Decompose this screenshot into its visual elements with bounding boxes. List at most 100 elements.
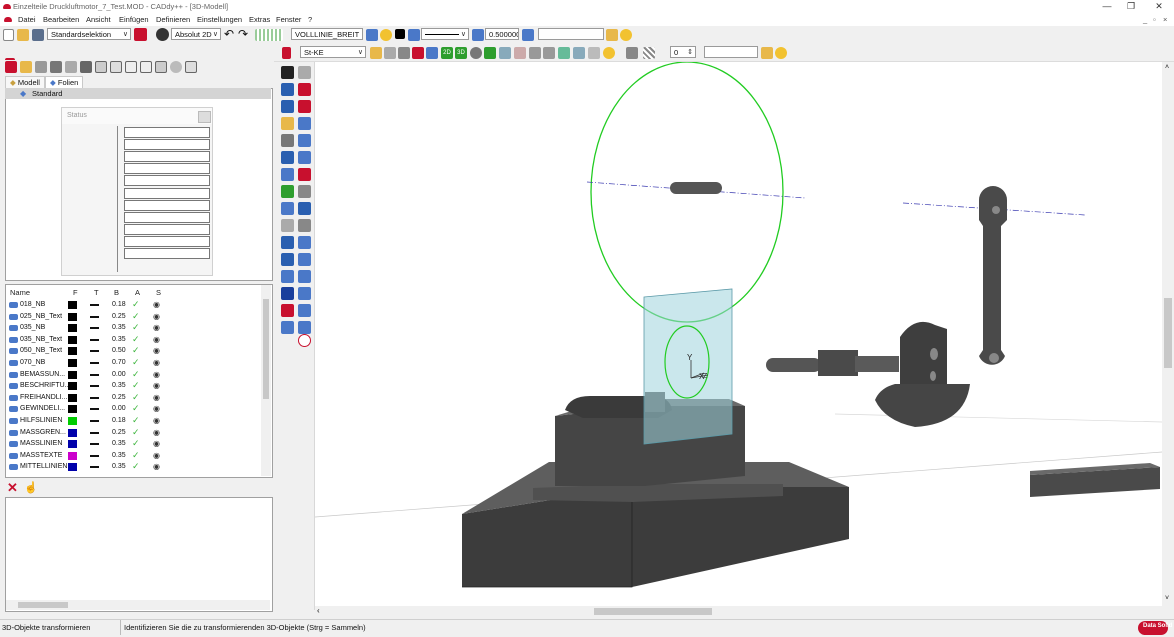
layer-active-check-icon[interactable]: ✓	[132, 392, 140, 404]
layer-active-check-icon[interactable]: ✓	[132, 322, 140, 334]
scene-icon[interactable]	[484, 47, 496, 59]
layer-visible-eye-icon[interactable]: ◉	[153, 461, 160, 473]
layer-icon[interactable]	[366, 29, 378, 41]
toolbox-tool-icon[interactable]	[298, 304, 311, 317]
view-2d-icon[interactable]: 2D	[441, 47, 453, 59]
view-icon-3[interactable]	[398, 47, 410, 59]
scroll-left-arrow-icon[interactable]: ‹	[317, 606, 320, 615]
menu-definieren[interactable]: Definieren	[156, 15, 190, 24]
view-icon-2[interactable]	[384, 47, 396, 59]
select-filter-icon[interactable]	[134, 28, 147, 41]
menu-extras[interactable]: Extras	[249, 15, 270, 24]
layer-color-swatch[interactable]	[68, 428, 77, 437]
line-type-select[interactable]: VOLLLINIE_BREIT	[291, 28, 363, 40]
panel-tool-icon-3[interactable]	[35, 61, 47, 73]
grid-pattern-icon[interactable]	[255, 29, 283, 41]
menu-datei[interactable]: Datei	[18, 15, 36, 24]
layer-linetype[interactable]	[90, 408, 99, 411]
layer-active-check-icon[interactable]: ✓	[132, 461, 140, 473]
column-header-a[interactable]: A	[135, 288, 140, 297]
mdi-close-button[interactable]: ×	[1163, 15, 1167, 24]
layer-linetype[interactable]	[90, 338, 99, 341]
layer-linetype[interactable]	[90, 420, 99, 422]
3d-scene[interactable]: Y X Z	[315, 62, 1162, 607]
pin-part[interactable]	[670, 182, 722, 194]
toolbar-input-field[interactable]	[538, 28, 604, 40]
layer-width[interactable]: 0.35	[112, 450, 126, 462]
panel-tool-icon-13[interactable]	[185, 61, 197, 73]
menu-bearbeiten[interactable]: Bearbeiten	[43, 15, 79, 24]
menu-einstellungen[interactable]: Einstellungen	[197, 15, 242, 24]
pointer-tool-icon[interactable]: ☝	[24, 481, 38, 494]
toolbox-tool-icon[interactable]	[281, 219, 294, 232]
layer-width[interactable]: 0.70	[112, 357, 126, 369]
layer-color-swatch[interactable]	[68, 463, 77, 472]
new-file-icon[interactable]	[3, 29, 14, 41]
column-header-f[interactable]: F	[73, 288, 78, 297]
column-header-s[interactable]: S	[156, 288, 161, 297]
layer-visible-eye-icon[interactable]: ◉	[153, 322, 160, 334]
layer-linetype[interactable]	[90, 454, 99, 457]
selection-mode-select[interactable]: Standardselektion ∨	[47, 28, 131, 40]
layer-width[interactable]: 0.18	[112, 299, 126, 311]
layer-row[interactable]: HILFSLINIEN 0.18 ✓ ◉	[6, 415, 262, 427]
target-point-icon[interactable]	[298, 334, 311, 347]
layer-visible-eye-icon[interactable]: ◉	[153, 369, 160, 381]
view-icon-4[interactable]	[412, 47, 424, 59]
layer-row[interactable]: 035_NB 0.35 ✓ ◉	[6, 322, 262, 334]
viewport-hscrollbar[interactable]: ‹	[315, 606, 1162, 617]
view-3d-icon[interactable]: 3D	[455, 47, 467, 59]
coordinate-mode-select[interactable]: Absolut 2D ∨	[171, 28, 221, 40]
layer-linetype[interactable]	[90, 315, 99, 318]
pan-hand-icon[interactable]	[514, 47, 526, 59]
pen-tool-icon[interactable]	[282, 47, 291, 59]
viewport-vscroll-thumb[interactable]	[1164, 298, 1172, 368]
toolbox-tool-icon[interactable]	[281, 304, 294, 317]
layer-width[interactable]: 0.35	[112, 334, 126, 346]
layer-linetype[interactable]	[90, 385, 99, 388]
layer-width[interactable]: 0.00	[112, 403, 126, 415]
layer-active-check-icon[interactable]: ✓	[132, 450, 140, 462]
layer-active-check-icon[interactable]: ✓	[132, 345, 140, 357]
layer-width[interactable]: 0.25	[112, 311, 126, 323]
toolbox-tool-icon[interactable]	[281, 202, 294, 215]
panel-tool-icon-1[interactable]	[5, 61, 17, 73]
panel-tool-icon-5[interactable]	[65, 61, 77, 73]
panel-tool-icon-2[interactable]	[20, 61, 32, 73]
zoom-out-icon[interactable]	[543, 47, 555, 59]
fit-view-icon[interactable]	[558, 47, 570, 59]
toolbox-tool-icon[interactable]	[281, 287, 294, 300]
minimize-button[interactable]: —	[1096, 0, 1118, 14]
layer-active-check-icon[interactable]: ✓	[132, 369, 140, 381]
hatch-icon[interactable]	[643, 47, 655, 59]
layer-color-swatch[interactable]	[68, 335, 77, 344]
layer-active-check-icon[interactable]: ✓	[132, 403, 140, 415]
layer-visible-eye-icon[interactable]: ◉	[153, 415, 160, 427]
layer-color-swatch[interactable]	[68, 301, 77, 309]
bulb-icon-3[interactable]	[775, 47, 787, 59]
toolbox-tool-icon[interactable]	[298, 253, 311, 266]
layer-icon-3[interactable]	[522, 29, 534, 41]
layer-width[interactable]: 0.35	[112, 461, 126, 473]
layer-visible-eye-icon[interactable]: ◉	[153, 450, 160, 462]
tree-item-standard[interactable]: ◆ Standard	[5, 88, 271, 99]
menu-ansicht[interactable]: Ansicht	[86, 15, 111, 24]
layer-visible-eye-icon[interactable]: ◉	[153, 345, 160, 357]
layer-row[interactable]: MASSGREN... 0.25 ✓ ◉	[6, 427, 262, 439]
toolbox-tool-icon[interactable]	[281, 151, 294, 164]
bulb-icon-2[interactable]	[620, 29, 632, 41]
panel-tool-icon-9[interactable]	[125, 61, 137, 73]
toolbox-tool-icon[interactable]	[298, 134, 311, 147]
layer-width[interactable]: 0.35	[112, 380, 126, 392]
layer-visible-eye-icon[interactable]: ◉	[153, 427, 160, 439]
restore-button[interactable]: ❐	[1120, 0, 1142, 14]
toolbox-tool-icon[interactable]	[298, 168, 311, 181]
folder-icon-2[interactable]	[761, 47, 773, 59]
layer-row[interactable]: 050_NB_Text 0.50 ✓ ◉	[6, 345, 262, 357]
layer-linetype[interactable]	[90, 304, 99, 306]
view-icon-5[interactable]	[426, 47, 438, 59]
zoom-window-icon[interactable]	[573, 47, 585, 59]
delete-icon[interactable]: ✕	[7, 480, 18, 496]
column-header-name[interactable]: Name	[10, 288, 30, 297]
layer-color-swatch[interactable]	[68, 370, 77, 379]
